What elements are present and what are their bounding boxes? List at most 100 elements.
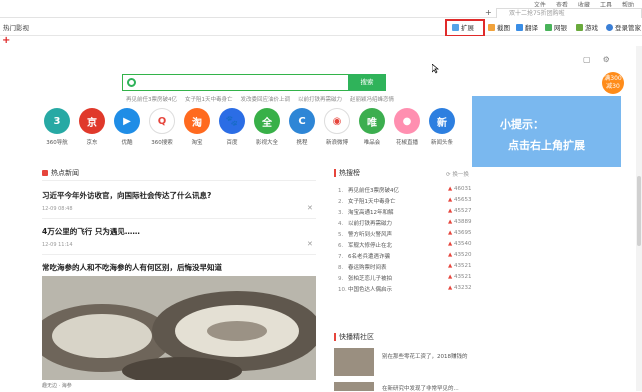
site-logo-icon: 唯 (359, 108, 385, 134)
site-shortcut[interactable]: 全影视大全 (252, 108, 282, 146)
hot-word[interactable]: 发改委回应油价上调 (241, 95, 291, 103)
hot-title: 中国色达人偶启示 (348, 287, 393, 293)
hot-count: 46031 (453, 186, 472, 192)
site-shortcut[interactable]: 新新闻头条 (427, 108, 457, 146)
search-engine-logo-icon[interactable] (127, 78, 136, 87)
hot-title: 6名老兵遭遇诈骗 (348, 254, 390, 260)
hot-title: 女子阻1天中毒身亡 (348, 199, 396, 205)
page-tools: ▢ ⚙ (583, 55, 610, 64)
site-logo-icon: 全 (254, 108, 280, 134)
site-shortcut[interactable]: 京京东 (77, 108, 107, 146)
close-icon[interactable]: ✕ (307, 240, 313, 248)
login-button[interactable]: 登录管家 (606, 22, 641, 32)
video-thumbnail[interactable] (334, 382, 374, 391)
tab-title[interactable]: 热门影视 (3, 22, 29, 32)
news-section-header: 热点新闻 (42, 168, 79, 178)
news-section-title: 热点新闻 (51, 169, 79, 177)
video-thumbnail[interactable] (334, 348, 374, 376)
hot-word[interactable]: 赵丽颖冯绍峰恋情 (350, 95, 394, 103)
site-label: 影视大全 (255, 140, 278, 146)
search-button[interactable]: 搜索 (348, 74, 386, 91)
site-logo-icon: ◉ (324, 108, 350, 134)
hot-word[interactable]: 女子阻1天中毒身亡 (185, 95, 233, 103)
site-shortcut[interactable]: ▶ 优酷 (112, 108, 142, 146)
close-icon[interactable]: ✕ (307, 204, 313, 212)
skin-icon[interactable]: ▢ (583, 55, 591, 64)
site-shortcut[interactable]: 唯唯品会 (357, 108, 387, 146)
extension-highlight-box (445, 19, 485, 37)
new-tab-icon[interactable]: + (485, 8, 492, 17)
hot-title: 淘宝高通12年和解 (348, 210, 394, 216)
news-item-title[interactable]: 4万公里的飞行 只为遇见…… (42, 226, 140, 237)
site-shortcut[interactable]: Q 360搜索 (147, 108, 177, 146)
hot-count: 43695 (453, 230, 472, 236)
hot-title: 春运购票时间表 (348, 265, 387, 271)
refresh-button[interactable]: ⟳ 换一换 (446, 170, 469, 178)
hot-word[interactable]: 再见前任3票房破4亿 (126, 95, 177, 103)
hot-count: 43889 (453, 219, 472, 225)
settings-icon[interactable]: ⚙ (603, 55, 610, 64)
menu-item-favorites[interactable]: 收藏 (578, 0, 590, 7)
promo-badge-line1: 满300 (604, 75, 622, 82)
hot-count: 43521 (453, 274, 472, 280)
hot-title: 张柏芝恋儿子被拍 (348, 276, 393, 282)
site-shortcut[interactable]: ● 花椒直播 (392, 108, 422, 146)
promo-badge[interactable]: 满300 减30 (602, 72, 624, 94)
site-label: 淘宝 (191, 140, 203, 146)
toolbar: 热门影视 扩展 截图 翻译 网银 游戏 登录管家 (0, 18, 642, 36)
site-label: 京东 (86, 140, 98, 146)
menu-item-file[interactable]: 文件 (534, 0, 546, 7)
divider (42, 218, 316, 219)
site-shortcut[interactable]: 淘淘宝 (182, 108, 212, 146)
hot-word[interactable]: 以前打铁再需磁力 (298, 95, 342, 103)
section-marker (334, 169, 336, 177)
refresh-icon: ⟳ (446, 172, 451, 178)
menu-item-tools[interactable]: 工具 (600, 0, 612, 7)
login-label: 登录管家 (615, 24, 641, 32)
community-title: 快播精社区 (339, 333, 374, 341)
games-button[interactable]: 游戏 (576, 22, 598, 32)
video-item-title[interactable]: 别在那些零花工资了，2018赚钱的 (382, 352, 468, 360)
news-photo[interactable] (42, 276, 316, 380)
site-label: 360搜索 (151, 140, 173, 146)
hot-count: 43540 (453, 241, 472, 247)
tip-banner: 小提示： 点击右上角扩展 (472, 96, 621, 167)
tip-text: 点击右上角扩展 (508, 139, 585, 152)
hot-list-title: 热搜榜 (339, 169, 360, 177)
site-logo-icon: 淘 (184, 108, 210, 134)
news-headline[interactable]: 常吃海参的人和不吃海参的人有何区别，后悔没早知道 (42, 262, 222, 273)
translate-icon (516, 23, 523, 31)
news-item-meta: 12-09 08:48 (42, 206, 73, 212)
menu-item-view[interactable]: 查看 (556, 0, 568, 7)
search-input[interactable] (122, 74, 350, 91)
divider (42, 254, 316, 255)
hot-value: ▲ 43695 (448, 230, 471, 236)
site-shortcut[interactable]: C 携程 (287, 108, 317, 146)
translate-button[interactable]: 翻译 (516, 22, 538, 32)
netbank-button[interactable]: 网银 (545, 22, 567, 32)
hot-value: ▲ 43520 (448, 252, 471, 258)
hot-rank: 9. (338, 276, 344, 282)
promo-badge-line2: 减30 (606, 83, 620, 90)
sea-cucumber-image (42, 276, 316, 380)
site-label: 360导航 (46, 140, 68, 146)
screenshot-label: 截图 (497, 24, 510, 32)
add-tab-icon[interactable]: + (2, 36, 10, 46)
menu-item-help[interactable]: 帮助 (622, 0, 634, 7)
hot-value: ▲ 45527 (448, 208, 471, 214)
hot-value: ▲ 46031 (448, 186, 471, 192)
site-shortcut[interactable]: 🐾 百度 (217, 108, 247, 146)
hot-rank: 3. (338, 210, 344, 216)
hot-count: 43232 (453, 285, 472, 291)
scrollbar-thumb[interactable] (637, 176, 641, 246)
news-icon (42, 170, 48, 176)
hot-title: 警方听到火警风声 (348, 232, 393, 238)
address-search-placeholder: 双十二抢75折团购啦 (509, 10, 565, 17)
hot-rank: 1. (338, 188, 344, 194)
site-logo-icon: Q (149, 108, 175, 134)
page-scrollbar[interactable] (636, 46, 642, 391)
site-shortcut[interactable]: 3 360导航 (42, 108, 72, 146)
news-item-title[interactable]: 习近平今年外访收官，向国际社会传达了什么讯息? (42, 190, 211, 201)
site-shortcut[interactable]: ◉ 新浪微博 (322, 108, 352, 146)
screenshot-button[interactable]: 截图 (488, 22, 510, 32)
